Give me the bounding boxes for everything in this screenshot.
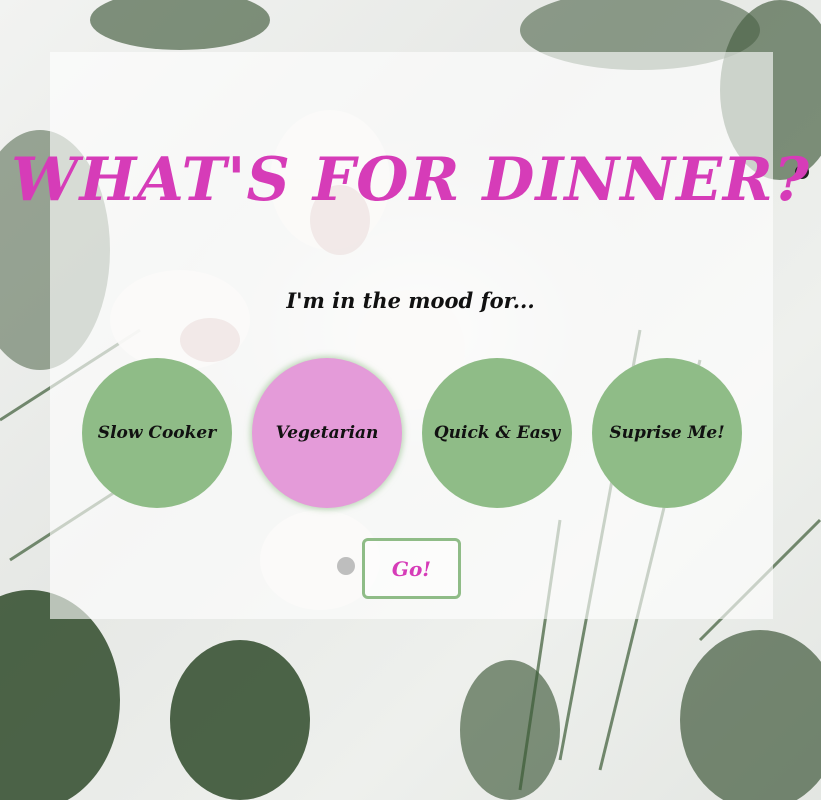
option-surprise-me[interactable]: Suprise Me! [592,358,742,508]
option-label: Vegetarian [275,423,379,443]
go-button-label: Go! [391,556,432,581]
option-label: Slow Cooker [97,423,217,443]
option-label: Quick & Easy [433,423,561,443]
option-vegetarian[interactable]: Vegetarian [252,358,402,508]
option-label: Suprise Me! [609,423,725,443]
page-title: WHAT'S FOR DINNER? [11,145,810,215]
mood-options: Slow Cooker Vegetarian Quick & Easy Supr… [0,358,821,508]
go-button[interactable]: Go! [362,538,461,599]
mood-prompt: I'm in the mood for... [286,288,535,313]
option-slow-cooker[interactable]: Slow Cooker [82,358,232,508]
option-quick-easy[interactable]: Quick & Easy [422,358,572,508]
content-panel [50,52,773,619]
